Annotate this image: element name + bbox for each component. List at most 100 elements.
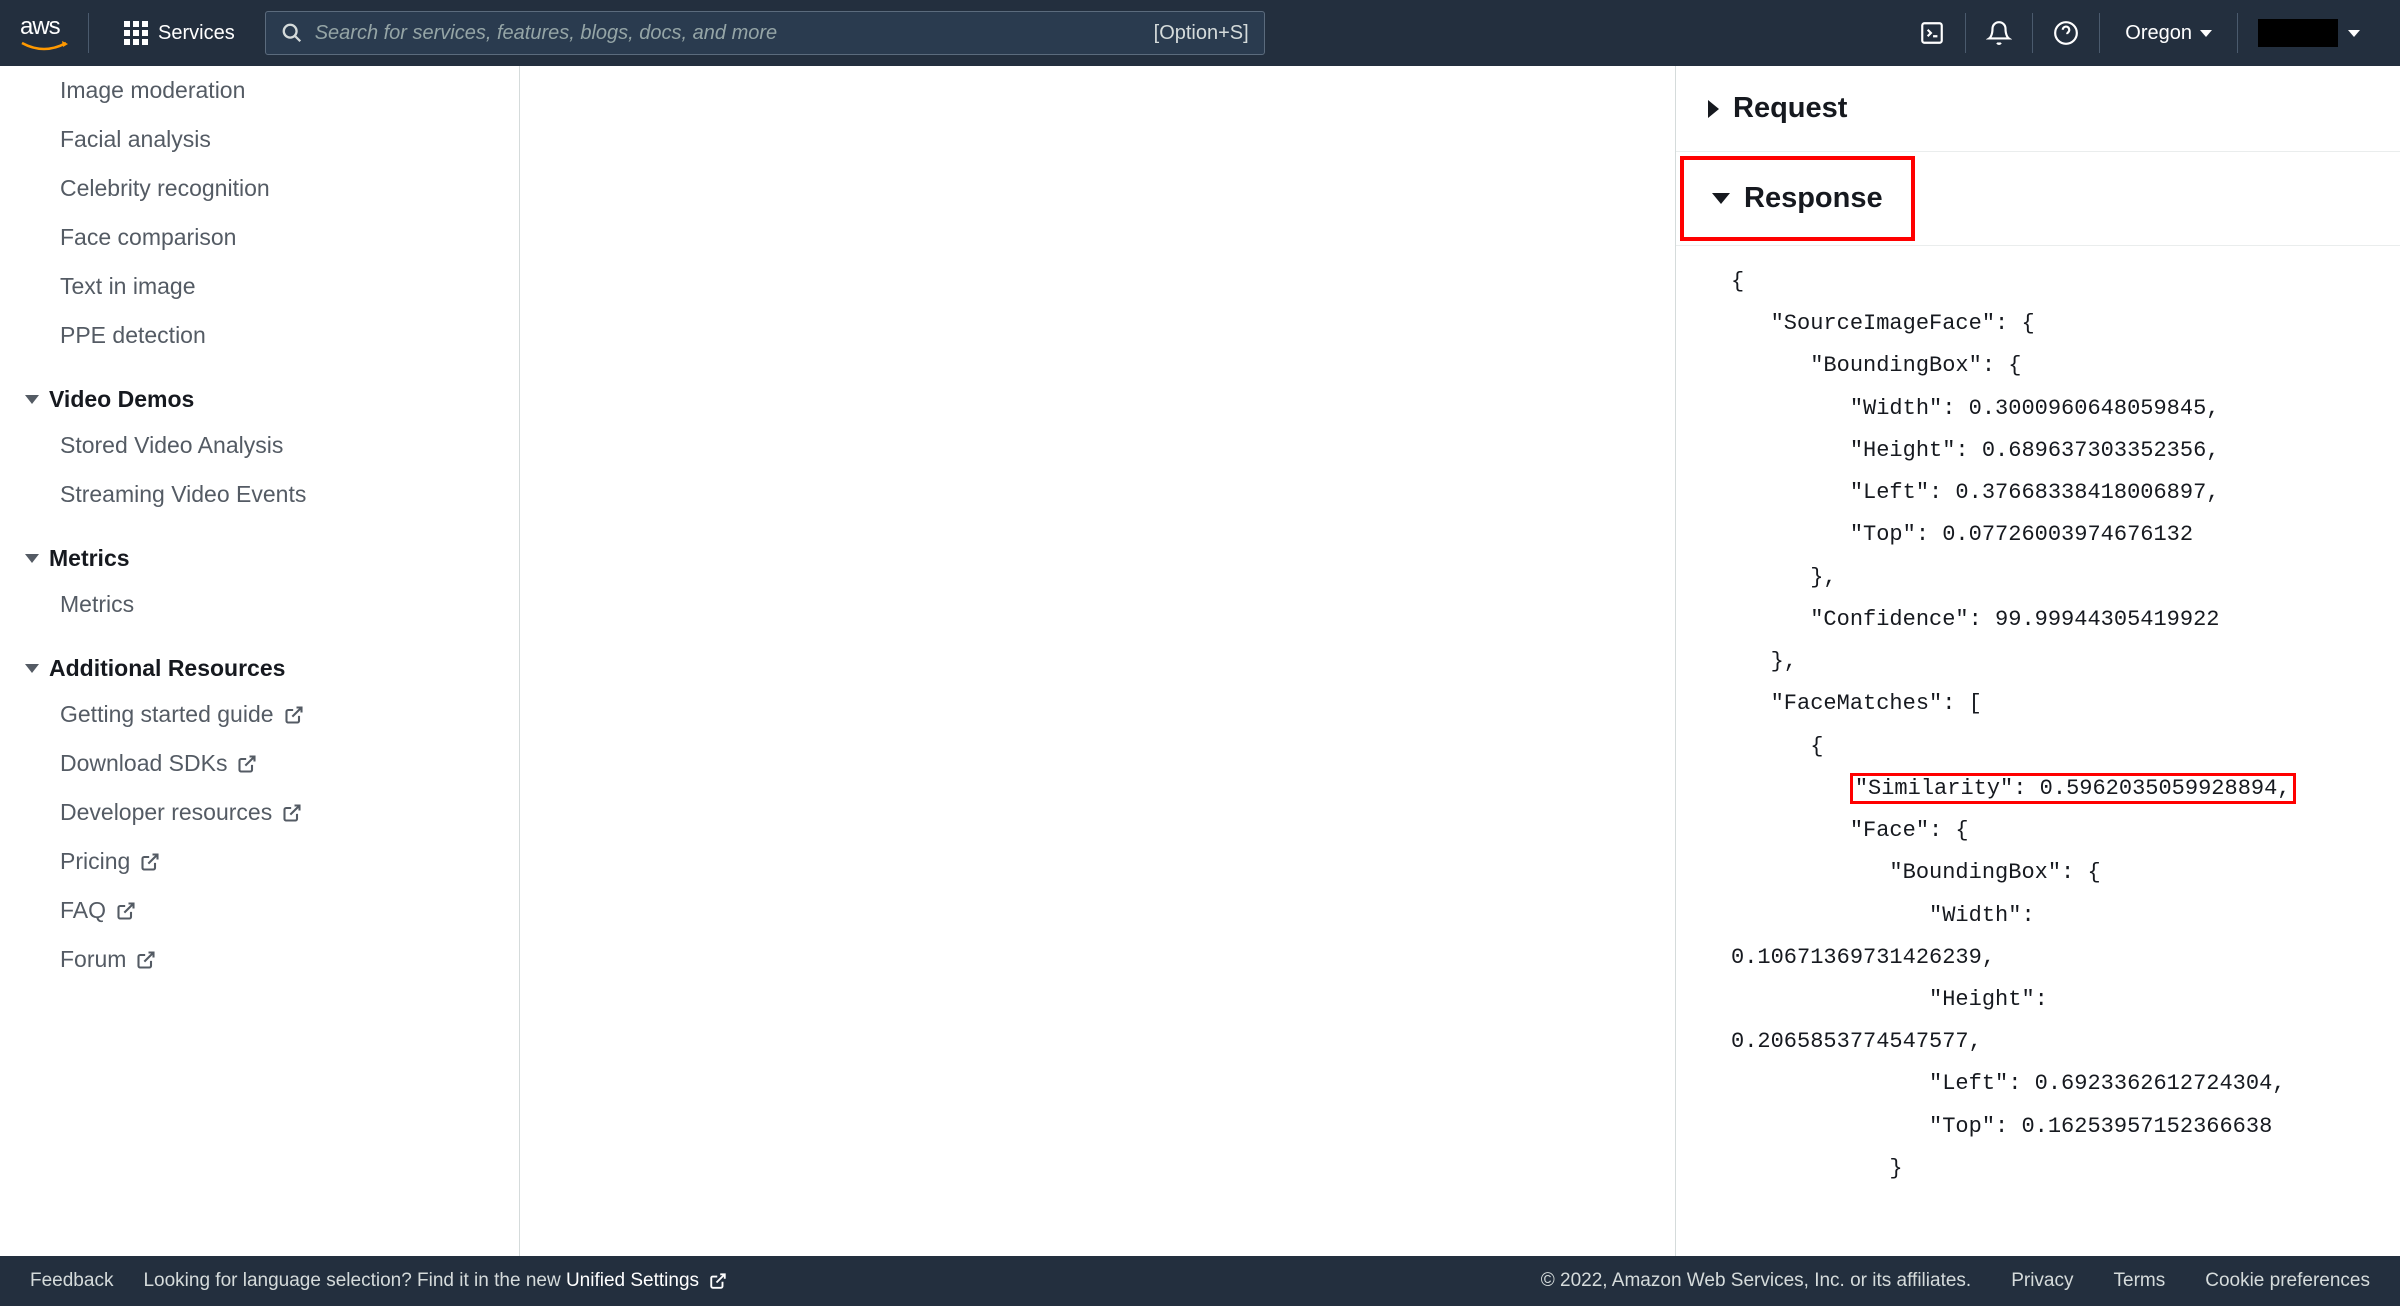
sidebar-item-forum[interactable]: Forum [25,935,489,984]
sidebar-item-metrics[interactable]: Metrics [25,580,489,629]
sidebar-group-resources: Additional Resources Getting started gui… [25,647,489,984]
sidebar-group-label: Metrics [49,545,130,572]
panel-title: Response [1744,182,1883,215]
sidebar-item-label: Facial analysis [60,126,211,153]
sidebar-group-video: Video Demos Stored Video Analysis Stream… [25,378,489,519]
code-line: { [1731,734,1823,759]
sidebar-item-label: Forum [60,946,126,973]
code-line: "Height": [1731,987,2061,1012]
code-line: }, [1731,649,1797,674]
sidebar-item-label: Metrics [60,591,134,618]
search-icon [281,22,303,44]
sidebar-group-label: Video Demos [49,386,194,413]
code-line: "FaceMatches": [ [1731,691,1982,716]
external-link-icon [709,1272,727,1290]
sidebar-item-stored-video[interactable]: Stored Video Analysis [25,421,489,470]
main: Image moderation Facial analysis Celebri… [0,66,2400,1256]
sidebar-item-label: Streaming Video Events [60,481,306,508]
bell-icon [1986,20,2012,46]
services-grid-icon [124,21,148,45]
code-line-highlighted: "Similarity": 0.5962035059928894, [1850,773,2296,804]
cloudshell-icon [1919,20,1945,46]
sidebar: Image moderation Facial analysis Celebri… [0,66,520,1256]
footer-left: Feedback Looking for language selection?… [30,1270,727,1292]
sidebar-item-facial-analysis[interactable]: Facial analysis [25,115,489,164]
code-line: "SourceImageFace": { [1731,311,2035,336]
code-line: "Left": 0.37668338418006897, [1731,480,2219,505]
code-line: 0.2065853774547577, [1731,1029,1982,1054]
code-line: "BoundingBox": { [1731,353,2021,378]
region-label: Oregon [2125,22,2192,45]
external-link-icon [282,803,302,823]
cloudshell-button[interactable] [1899,13,1966,53]
external-link-icon [284,705,304,725]
notifications-button[interactable] [1966,13,2033,53]
panel-header-response[interactable]: Response [1680,156,1915,241]
sidebar-item-image-moderation[interactable]: Image moderation [25,66,489,115]
code-line: "Width": 0.3000960648059845, [1731,396,2219,421]
caret-down-icon [1712,193,1730,204]
external-link-icon [136,950,156,970]
footer-right: © 2022, Amazon Web Services, Inc. or its… [1541,1270,2370,1292]
sidebar-group-header-video[interactable]: Video Demos [25,378,489,421]
help-icon [2053,20,2079,46]
search-shortcut: [Option+S] [1154,22,1249,45]
aws-logo-text: aws [20,13,68,41]
sidebar-item-label: Celebrity recognition [60,175,270,202]
external-link-icon [237,754,257,774]
caret-down-icon [25,554,39,563]
code-line: "Confidence": 99.99944305419922 [1731,607,2219,632]
footer-copyright: © 2022, Amazon Web Services, Inc. or its… [1541,1270,1971,1292]
sidebar-group-label: Additional Resources [49,655,285,682]
sidebar-item-label: Stored Video Analysis [60,432,283,459]
search-input[interactable] [315,22,1154,45]
sidebar-item-download-sdks[interactable]: Download SDKs [25,739,489,788]
code-line: } [1731,1156,1903,1181]
panel-header-request[interactable]: Request [1676,66,2400,151]
sidebar-item-celebrity-recognition[interactable]: Celebrity recognition [25,164,489,213]
privacy-link[interactable]: Privacy [2011,1270,2073,1292]
account-button[interactable] [2238,19,2380,47]
caret-down-icon [25,395,39,404]
sidebar-item-label: Download SDKs [60,750,227,777]
services-label: Services [158,22,235,45]
top-nav: aws Services [Option+S] Oregon [0,0,2400,66]
feedback-link[interactable]: Feedback [30,1270,113,1292]
caret-down-icon [2348,30,2360,37]
sidebar-item-streaming-video[interactable]: Streaming Video Events [25,470,489,519]
sidebar-item-label: PPE detection [60,322,206,349]
sidebar-item-text-in-image[interactable]: Text in image [25,262,489,311]
sidebar-item-ppe-detection[interactable]: PPE detection [25,311,489,360]
panel-title: Request [1733,92,1847,125]
right-panel: Request Response { "SourceImageFace": { … [1675,66,2400,1256]
sidebar-item-getting-started[interactable]: Getting started guide [25,690,489,739]
account-redacted [2258,19,2338,47]
sidebar-item-developer-resources[interactable]: Developer resources [25,788,489,837]
caret-down-icon [25,664,39,673]
sidebar-group-header-metrics[interactable]: Metrics [25,537,489,580]
sidebar-item-label: Getting started guide [60,701,274,728]
sidebar-item-label: Developer resources [60,799,272,826]
panel-request: Request [1676,66,2400,152]
region-button[interactable]: Oregon [2100,13,2238,53]
services-button[interactable]: Services [109,21,250,45]
response-body: { "SourceImageFace": { "BoundingBox": { … [1676,246,2400,1210]
unified-settings-link[interactable]: Unified Settings [566,1270,699,1291]
sidebar-group-metrics: Metrics Metrics [25,537,489,629]
code-line: "BoundingBox": { [1731,860,2101,885]
sidebar-group-header-resources[interactable]: Additional Resources [25,647,489,690]
sidebar-item-label: Image moderation [60,77,245,104]
help-button[interactable] [2033,13,2100,53]
footer: Feedback Looking for language selection?… [0,1256,2400,1306]
sidebar-item-faq[interactable]: FAQ [25,886,489,935]
cookie-prefs-link[interactable]: Cookie preferences [2205,1270,2370,1292]
external-link-icon [140,852,160,872]
top-nav-right: Oregon [1899,13,2380,53]
search-box[interactable]: [Option+S] [265,11,1265,55]
code-line: "Height": 0.689637303352356, [1731,438,2219,463]
terms-link[interactable]: Terms [2114,1270,2166,1292]
sidebar-item-face-comparison[interactable]: Face comparison [25,213,489,262]
sidebar-item-pricing[interactable]: Pricing [25,837,489,886]
code-line: }, [1731,565,1837,590]
aws-logo[interactable]: aws [20,13,89,53]
